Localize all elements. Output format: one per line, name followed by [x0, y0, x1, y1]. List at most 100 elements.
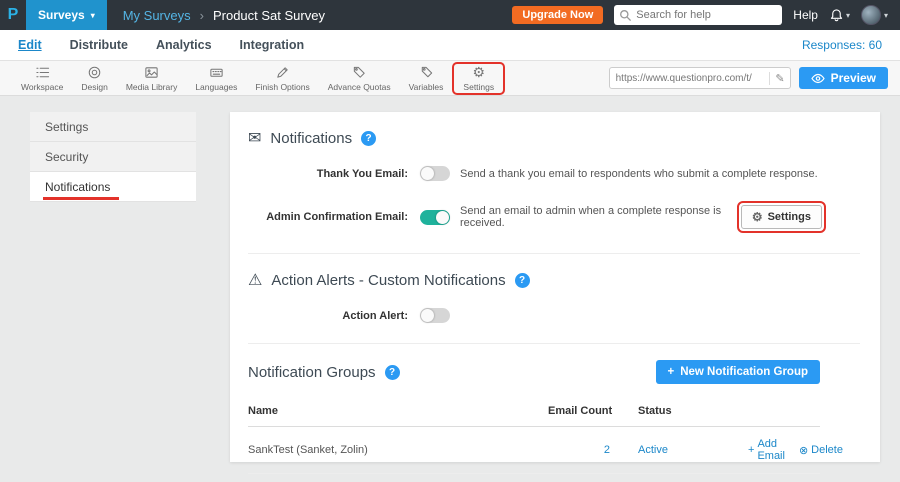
group-email-count-link[interactable]: 2 — [548, 444, 638, 456]
notification-groups-title: Notification Groups — [248, 364, 376, 381]
chevron-down-icon: ▾ — [846, 11, 850, 20]
breadcrumb: My Surveys › Product Sat Survey — [123, 8, 325, 23]
thank-you-email-description: Send a thank you email to respondents wh… — [460, 168, 818, 180]
toolbar-item-label: Design — [81, 82, 107, 92]
variables-icon — [419, 65, 434, 80]
settings-button-label: Settings — [768, 211, 811, 223]
notifications-bell[interactable]: ▾ — [829, 8, 850, 23]
edit-url-pencil-icon[interactable]: ✎ — [769, 72, 784, 85]
account-menu[interactable]: ▾ — [861, 5, 888, 25]
avatar — [861, 5, 881, 25]
notification-groups-table: Name Email Count Status SankTest (Sanket… — [248, 396, 820, 474]
toolbar-item-label: Media Library — [126, 82, 178, 92]
toolbar-item-variables[interactable]: Variables — [400, 61, 453, 95]
toolbar-item-advance-quotas[interactable]: Advance Quotas — [319, 61, 400, 95]
edit-toolbar: Workspace Design Media Library Languages… — [0, 61, 900, 96]
preview-button[interactable]: Preview — [799, 67, 888, 89]
help-icon[interactable]: ? — [385, 365, 400, 380]
group-name: SankTest (Sanket, Zolin) — [248, 444, 548, 456]
search-icon — [619, 9, 632, 22]
toolbar-item-design[interactable]: Design — [72, 61, 116, 95]
warning-icon: ⚠ — [248, 270, 262, 290]
help-search-input[interactable] — [614, 5, 782, 25]
sidebar-item-label: Security — [45, 150, 88, 164]
breadcrumb-current-survey: Product Sat Survey — [213, 8, 325, 23]
delete-label: Delete — [811, 444, 843, 456]
toolbar-item-label: Variables — [409, 82, 444, 92]
languages-icon — [209, 65, 224, 80]
topbar-right-group: Upgrade Now Help ▾ ▾ — [512, 5, 900, 25]
action-alerts-title: Action Alerts - Custom Notifications — [271, 272, 505, 289]
add-email-link[interactable]: + Add Email — [748, 438, 785, 462]
survey-url-box: ✎ — [609, 67, 791, 89]
toolbar-item-label: Finish Options — [255, 82, 309, 92]
sidebar-item-security[interactable]: Security — [30, 142, 196, 172]
help-link[interactable]: Help — [793, 8, 818, 22]
tab-distribute[interactable]: Distribute — [70, 38, 128, 52]
surveys-dropdown[interactable]: Surveys ▾ — [26, 0, 107, 30]
plus-icon: + — [668, 366, 675, 378]
responses-count[interactable]: Responses: 60 — [802, 38, 882, 52]
tab-analytics[interactable]: Analytics — [156, 38, 212, 52]
help-icon[interactable]: ? — [361, 131, 376, 146]
table-row: SankTest (Sanket, Zolin) 2 Active + Add … — [248, 427, 820, 474]
toggle-knob — [421, 309, 434, 322]
toggle-knob — [421, 167, 434, 180]
sidebar-item-label: Notifications — [45, 180, 110, 194]
survey-url-input[interactable] — [616, 73, 770, 84]
delete-link[interactable]: ⊗ Delete — [799, 438, 843, 462]
add-email-label: Add Email — [757, 438, 785, 462]
toolbar-right-group: ✎ Preview — [609, 67, 888, 89]
action-alerts-section-header: ⚠ Action Alerts - Custom Notifications ? — [248, 270, 860, 290]
thank-you-email-row: Thank You Email: Send a thank you email … — [248, 166, 860, 181]
admin-confirmation-email-toggle[interactable] — [420, 210, 450, 225]
upgrade-now-button[interactable]: Upgrade Now — [512, 6, 603, 24]
toolbar-item-workspace[interactable]: Workspace — [12, 61, 72, 95]
toolbar-item-languages[interactable]: Languages — [186, 61, 246, 95]
admin-confirmation-email-row: Admin Confirmation Email: Send an email … — [248, 201, 860, 233]
column-header-status: Status — [638, 405, 748, 417]
toolbar-item-settings[interactable]: ⚙ Settings — [452, 62, 505, 95]
annotation-box-settings-button: ⚙ Settings — [737, 201, 826, 233]
breadcrumb-my-surveys[interactable]: My Surveys — [123, 8, 191, 23]
toggle-knob — [436, 211, 449, 224]
media-library-icon — [144, 65, 159, 80]
questionpro-logo[interactable]: P — [0, 0, 26, 30]
admin-email-settings-button[interactable]: ⚙ Settings — [741, 205, 822, 229]
sidebar-item-notifications[interactable]: Notifications — [30, 172, 196, 202]
chevron-down-icon: ▾ — [91, 11, 95, 20]
gear-icon: ⚙ — [752, 210, 763, 224]
toolbar-item-label: Advance Quotas — [328, 82, 391, 92]
settings-gear-icon: ⚙ — [473, 65, 486, 80]
toolbar-item-label: Workspace — [21, 82, 63, 92]
tab-edit[interactable]: Edit — [18, 38, 42, 52]
section-divider — [248, 343, 860, 344]
chevron-down-icon: ▾ — [884, 11, 888, 20]
group-status[interactable]: Active — [638, 444, 748, 456]
plus-icon: + — [748, 444, 754, 456]
help-icon[interactable]: ? — [515, 273, 530, 288]
toolbar-item-label: Languages — [195, 82, 237, 92]
preview-button-label: Preview — [831, 71, 876, 85]
thank-you-email-label: Thank You Email: — [248, 168, 408, 180]
thank-you-email-toggle[interactable] — [420, 166, 450, 181]
new-group-button-label: New Notification Group — [680, 366, 808, 378]
toolbar-item-finish-options[interactable]: Finish Options — [246, 61, 318, 95]
section-divider — [248, 253, 860, 254]
notifications-title: Notifications — [270, 130, 352, 147]
tab-integration[interactable]: Integration — [240, 38, 305, 52]
column-header-name: Name — [248, 405, 548, 417]
top-bar: P Surveys ▾ My Surveys › Product Sat Sur… — [0, 0, 900, 30]
eye-icon — [811, 73, 825, 84]
design-icon — [87, 65, 102, 80]
sidebar-item-settings[interactable]: Settings — [30, 112, 196, 142]
advance-quotas-icon — [352, 65, 367, 80]
toolbar-item-media-library[interactable]: Media Library — [117, 61, 187, 95]
action-alert-toggle[interactable] — [420, 308, 450, 323]
survey-nav-bar: Edit Distribute Analytics Integration Re… — [0, 30, 900, 61]
annotation-underline-notifications — [43, 197, 119, 200]
notification-groups-header: Notification Groups ? + New Notification… — [248, 360, 820, 384]
new-notification-group-button[interactable]: + New Notification Group — [656, 360, 821, 384]
action-alert-label: Action Alert: — [248, 310, 408, 322]
workspace-icon — [35, 65, 50, 80]
